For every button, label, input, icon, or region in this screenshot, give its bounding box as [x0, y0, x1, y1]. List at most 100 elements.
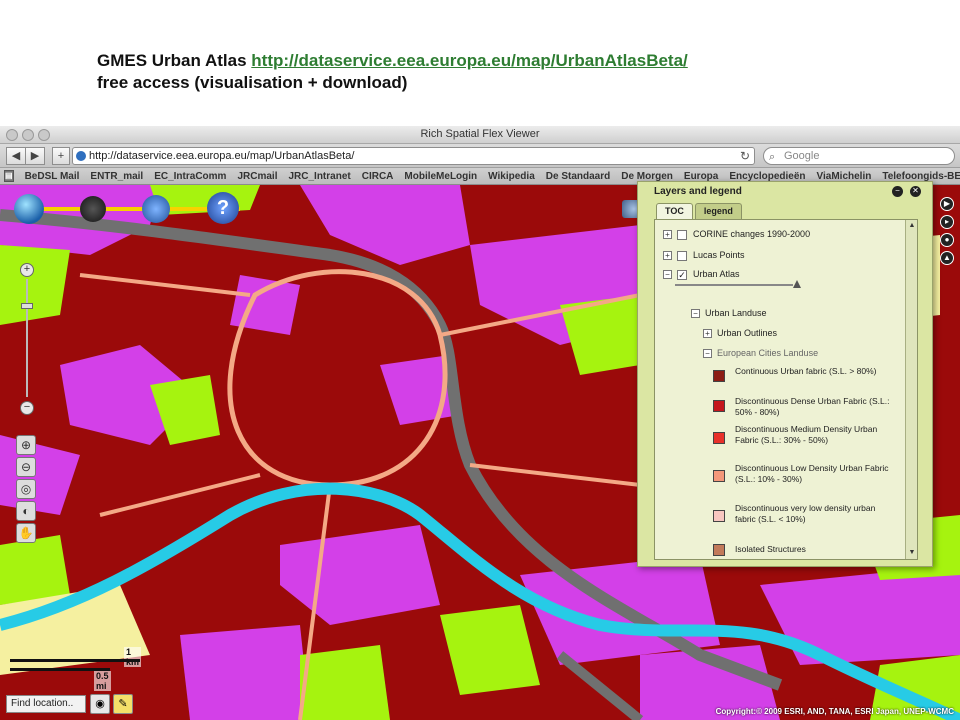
- pan-hand-icon[interactable]: ✋: [16, 523, 36, 543]
- search-placeholder: Google: [784, 150, 820, 162]
- layer-label: Urban Outlines: [717, 328, 778, 338]
- bookmark-item[interactable]: ViaMichelin: [817, 171, 872, 182]
- collapse-icon[interactable]: −: [703, 349, 712, 359]
- previous-extent-icon[interactable]: ◐: [16, 501, 36, 521]
- toc-list: ▲ ▼ + CORINE changes 1990-2000 + Lucas Poi…: [654, 219, 918, 560]
- expand-icon[interactable]: +: [663, 230, 672, 240]
- slide-title: GMES Urban Atlas http://dataservice.eea.…: [97, 50, 688, 94]
- search-input[interactable]: ⌕ Google: [763, 147, 955, 165]
- reload-icon[interactable]: ↻: [740, 148, 750, 164]
- bookmark-item[interactable]: De Morgen: [621, 171, 673, 182]
- layer-label: European Cities Landuse: [717, 348, 819, 358]
- legend-swatch: [713, 370, 725, 382]
- layer-row-corine[interactable]: + CORINE changes 1990-2000: [663, 229, 810, 240]
- layer-row-european-cities[interactable]: − European Cities Landuse: [703, 348, 819, 359]
- collapse-icon[interactable]: −: [663, 270, 672, 280]
- legend-item-label: Continuous Urban fabric (S.L. > 80%): [735, 366, 877, 376]
- add-bookmark-button[interactable]: +: [52, 147, 70, 165]
- legend-title: Layers and legend: [654, 186, 742, 197]
- up-icon[interactable]: ▲: [940, 251, 954, 265]
- bookmark-item[interactable]: Europa: [684, 171, 718, 182]
- layer-row-urban-outlines[interactable]: + Urban Outlines: [703, 328, 778, 339]
- layer-label: Lucas Points: [693, 250, 745, 260]
- expand-icon[interactable]: +: [703, 329, 712, 339]
- find-location-input[interactable]: Find location..: [6, 695, 86, 713]
- globe-icon[interactable]: [14, 194, 44, 224]
- layer-row-urban-landuse[interactable]: − Urban Landuse: [691, 308, 767, 319]
- bookmark-item[interactable]: EC_IntraComm: [154, 171, 226, 182]
- scale-km-line: [10, 659, 140, 662]
- scroll-down-icon[interactable]: ▼: [908, 549, 916, 557]
- pencil-icon[interactable]: ✎: [113, 694, 133, 714]
- toc-scrollbar[interactable]: ▲ ▼: [905, 220, 917, 559]
- gear-icon[interactable]: [142, 195, 170, 223]
- slide-title-text: GMES Urban Atlas: [97, 51, 252, 70]
- tab-legend[interactable]: legend: [694, 203, 742, 219]
- zoom-in-button[interactable]: +: [20, 263, 34, 277]
- legend-swatch: [713, 510, 725, 522]
- bookmark-item[interactable]: Wikipedia: [488, 171, 535, 182]
- zoom-out-button[interactable]: −: [20, 401, 34, 415]
- expand-icon[interactable]: +: [663, 251, 672, 261]
- copyright-text: Copyright:© 2009 ESRI, AND, TANA, ESRI J…: [715, 707, 954, 716]
- opacity-slider-thumb[interactable]: [793, 280, 801, 288]
- address-bar[interactable]: http://dataservice.eea.europa.eu/map/Urb…: [72, 147, 755, 165]
- layers-legend-panel: Layers and legend − ✕ TOC legend ▲ ▼ + CO…: [637, 181, 933, 567]
- zoom-thumb[interactable]: [21, 303, 33, 309]
- layer-row-lucas[interactable]: + Lucas Points: [663, 250, 745, 261]
- minimize-panel-icon[interactable]: −: [892, 186, 903, 197]
- bookmark-item[interactable]: MobileMeLogin: [404, 171, 477, 182]
- full-extent-icon[interactable]: ◎: [16, 479, 36, 499]
- collapse-icon[interactable]: −: [691, 309, 700, 319]
- address-text: http://dataservice.eea.europa.eu/map/Urb…: [89, 150, 355, 162]
- layer-checkbox[interactable]: [677, 229, 687, 240]
- scale-mi-label: 0.5 mi: [94, 671, 111, 691]
- legend-swatch: [713, 470, 725, 482]
- legend-item-label: Discontinuous Dense Urban Fabric (S.L.: …: [735, 396, 890, 417]
- bookmark-item[interactable]: Encyclopedieën: [729, 171, 805, 182]
- bookmark-item[interactable]: De Standaard: [546, 171, 610, 182]
- bookmark-item[interactable]: BeDSL Mail: [25, 171, 80, 182]
- legend-swatch: [713, 400, 725, 412]
- layer-checkbox-checked[interactable]: ✓: [677, 269, 687, 280]
- legend-tabs: TOC legend: [656, 203, 742, 219]
- play-icon[interactable]: ▸: [940, 215, 954, 229]
- browser-toolbar: ◀ ▶ + http://dataservice.eea.europa.eu/m…: [0, 144, 960, 168]
- back-button[interactable]: ◀: [6, 147, 26, 165]
- layer-label: Urban Landuse: [705, 308, 767, 318]
- tab-toc[interactable]: TOC: [656, 203, 693, 219]
- layer-label: Urban Atlas: [693, 269, 740, 279]
- navigation-tools: ⊕ ⊖ ◎ ◐ ✋: [16, 435, 40, 545]
- next-icon[interactable]: ▶: [940, 197, 954, 211]
- scroll-up-icon[interactable]: ▲: [908, 222, 916, 230]
- layer-checkbox[interactable]: [677, 250, 687, 261]
- legend-swatch: [713, 544, 725, 556]
- legend-swatch: [713, 432, 725, 444]
- bookmark-item[interactable]: JRCmail: [237, 171, 277, 182]
- zoom-track[interactable]: [26, 279, 28, 397]
- slide-subtitle: free access (visualisation + download): [97, 73, 408, 92]
- legend-item-label: Discontinuous very low density urban fab…: [735, 503, 876, 524]
- binoculars-icon[interactable]: [80, 196, 106, 222]
- zoom-out-tool-icon[interactable]: ⊖: [16, 457, 36, 477]
- help-icon[interactable]: ?: [207, 192, 239, 224]
- close-panel-icon[interactable]: ✕: [910, 186, 921, 197]
- opacity-slider-track[interactable]: [675, 284, 793, 286]
- legend-item-label: Isolated Structures: [735, 544, 806, 554]
- right-nav-controls: ▶ ▸ ● ▲: [940, 197, 956, 269]
- show-all-bookmarks-icon[interactable]: ▤: [4, 170, 14, 182]
- layer-row-urban-atlas[interactable]: − ✓ Urban Atlas: [663, 269, 740, 280]
- bookmark-item[interactable]: Telefoongids-BE: [882, 171, 960, 182]
- legend-item-label: Discontinuous Medium Density Urban Fabri…: [735, 424, 878, 445]
- zoom-in-tool-icon[interactable]: ⊕: [16, 435, 36, 455]
- bookmark-item[interactable]: JRC_Intranet: [288, 171, 350, 182]
- forward-button[interactable]: ▶: [25, 147, 45, 165]
- title-bar: Rich Spatial Flex Viewer: [0, 126, 960, 144]
- locate-icon[interactable]: ◉: [90, 694, 110, 714]
- scale-km-label: 1 km: [124, 647, 141, 667]
- atlas-link[interactable]: http://dataservice.eea.europa.eu/map/Urb…: [251, 51, 687, 70]
- circle-icon[interactable]: ●: [940, 233, 954, 247]
- bookmark-item[interactable]: ENTR_mail: [90, 171, 143, 182]
- bookmark-item[interactable]: CIRCA: [362, 171, 394, 182]
- zoom-slider[interactable]: + −: [20, 263, 34, 415]
